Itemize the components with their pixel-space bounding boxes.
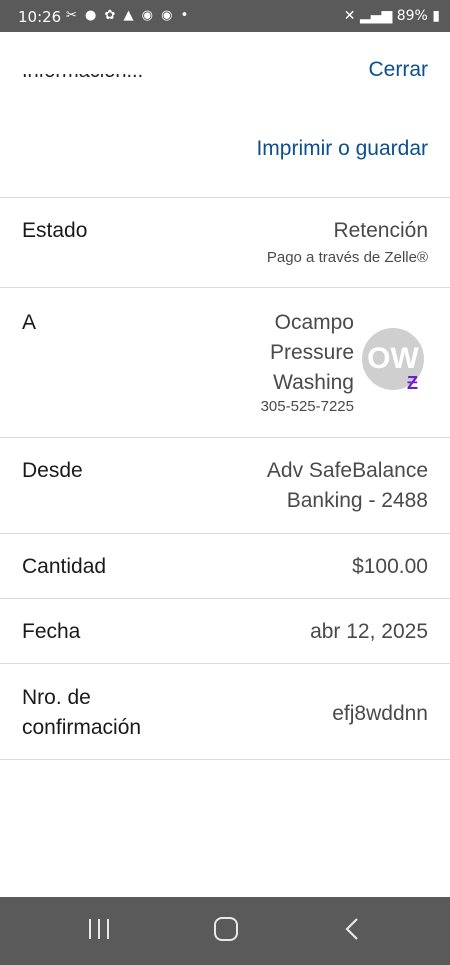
status-value: Retención: [333, 219, 428, 242]
recipient-name-line: Ocampo: [274, 311, 354, 334]
home-icon[interactable]: [212, 915, 240, 948]
recipient-label: A: [22, 311, 37, 334]
recipient-phone: 305-525-7225: [260, 398, 354, 415]
amount-value: $100.00: [352, 555, 428, 578]
amount-label: Cantidad: [22, 555, 107, 578]
from-account: Adv SafeBalance Banking - 2488: [267, 456, 428, 516]
from-label: Desde: [22, 459, 83, 482]
zelle-icon: Ƶ: [407, 373, 418, 393]
back-icon[interactable]: [342, 915, 362, 948]
confirmation-label: Nro. de confirmación: [22, 683, 141, 743]
confirmation-label-line: confirmación: [22, 716, 142, 739]
status-label: Estado: [22, 219, 88, 242]
navigation-bar: [0, 897, 450, 965]
payment-method: Pago a través de Zelle®: [266, 249, 428, 266]
confirmation-label-line: Nro. de: [22, 686, 91, 709]
date-value: abr 12, 2025: [310, 620, 428, 643]
print-save-button[interactable]: Imprimir o guardar: [256, 137, 428, 161]
status-bar: 10:26 ✂ ● ✿ ▲ ◉ ◉ • ✕ ▂▄▆ 89% ▮: [0, 0, 450, 32]
date-label: Fecha: [22, 620, 81, 643]
from-account-line: Banking - 2488: [286, 489, 428, 512]
recents-icon[interactable]: [86, 915, 112, 948]
divider: [0, 759, 450, 760]
close-button[interactable]: Cerrar: [368, 58, 428, 82]
status-time: 10:26: [18, 8, 62, 26]
battery-icon: ▮: [432, 8, 440, 24]
divider: [0, 533, 450, 534]
divider: [0, 663, 450, 664]
confirmation-value: efj8wddnn: [332, 702, 428, 725]
battery-percent: 89%: [396, 8, 428, 24]
divider: [0, 197, 450, 198]
divider: [0, 598, 450, 599]
mute-icon: ✕: [343, 8, 356, 24]
recipient-name: Ocampo Pressure Washing: [154, 308, 354, 398]
signal-icon: ▂▄▆: [359, 8, 393, 24]
notification-icons: ✂ ● ✿ ▲ ◉ ◉ •: [66, 8, 191, 23]
page-title: Información...: [22, 74, 143, 90]
status-right: ✕ ▂▄▆ 89% ▮: [344, 8, 440, 24]
from-account-line: Adv SafeBalance: [266, 459, 428, 482]
divider: [0, 437, 450, 438]
recipient-name-line: Pressure: [269, 341, 354, 364]
divider: [0, 287, 450, 288]
recipient-name-line: Washing: [273, 371, 354, 394]
